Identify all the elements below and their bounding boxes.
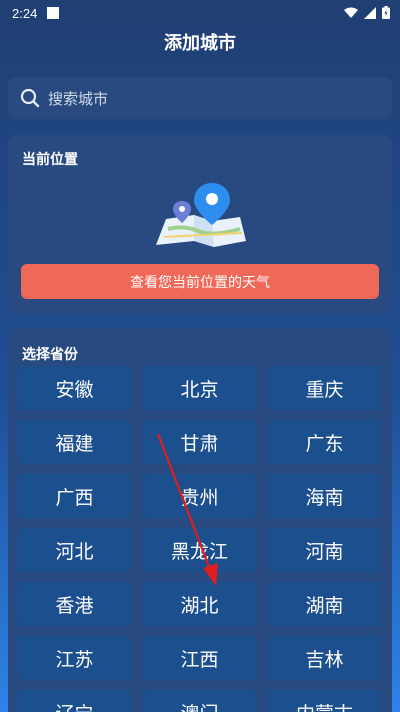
province-button[interactable]: 北京	[143, 366, 256, 410]
province-button[interactable]: 安徽	[18, 366, 131, 410]
view-current-weather-button[interactable]: 查看您当前位置的天气	[21, 264, 379, 299]
province-card: 选择省份 安徽 北京 重庆 福建 甘肃 广东 广西 贵州 海南 河北 黑龙江 河…	[8, 328, 392, 712]
province-button[interactable]: 黑龙江	[143, 528, 256, 572]
province-button[interactable]: 甘肃	[143, 420, 256, 464]
province-button[interactable]: 河北	[18, 528, 131, 572]
province-button[interactable]: 海南	[268, 474, 381, 518]
current-location-title: 当前位置	[22, 152, 78, 168]
status-bar: 2:24	[0, 0, 400, 26]
province-button[interactable]: 河南	[268, 528, 381, 572]
map-pin-icon	[156, 183, 246, 247]
wifi-icon	[344, 7, 358, 18]
province-button[interactable]: 福建	[18, 420, 131, 464]
province-button[interactable]: 辽宁	[18, 690, 131, 712]
province-button[interactable]: 香港	[18, 582, 131, 626]
province-button[interactable]: 内蒙古	[268, 690, 381, 712]
search-icon	[20, 88, 40, 108]
province-button[interactable]: 吉林	[268, 636, 381, 680]
province-button[interactable]: 江西	[143, 636, 256, 680]
province-button[interactable]: 湖南	[268, 582, 381, 626]
search-input[interactable]: 搜索城市	[8, 77, 392, 119]
province-button[interactable]: 贵州	[143, 474, 256, 518]
province-button[interactable]: 重庆	[268, 366, 381, 410]
battery-icon	[382, 6, 390, 19]
province-section-title: 选择省份	[22, 347, 78, 363]
province-button[interactable]: 湖北	[143, 582, 256, 626]
status-icons	[344, 6, 390, 19]
province-button[interactable]: 江苏	[18, 636, 131, 680]
current-location-card: 当前位置 查看您当前位置的天气	[8, 135, 392, 315]
search-placeholder: 搜索城市	[48, 89, 109, 108]
signal-icon	[364, 6, 376, 19]
province-button[interactable]: 澳门	[143, 690, 256, 712]
province-button[interactable]: 广西	[18, 474, 131, 518]
notification-icon	[47, 7, 60, 19]
page-title: 添加城市	[164, 33, 236, 54]
province-grid: 安徽 北京 重庆 福建 甘肃 广东 广西 贵州 海南 河北 黑龙江 河南 香港 …	[18, 366, 381, 712]
status-time: 2:24	[12, 5, 38, 21]
province-button[interactable]: 广东	[268, 420, 381, 464]
